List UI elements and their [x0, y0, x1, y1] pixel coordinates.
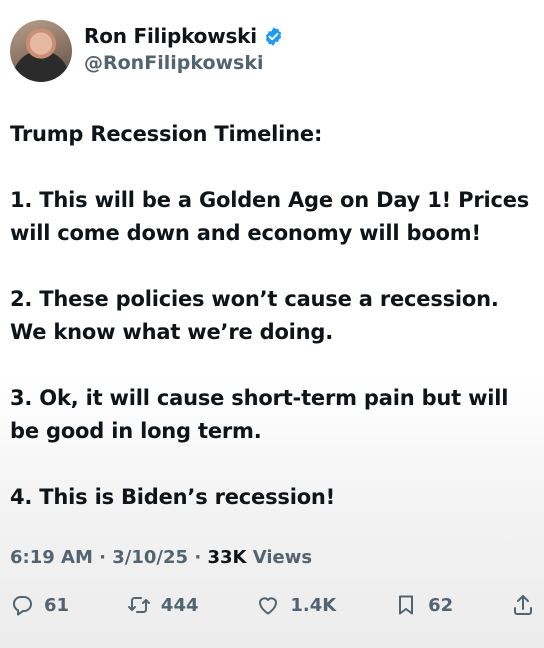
retweet-button[interactable]: 444: [127, 593, 199, 617]
tweet-date[interactable]: 3/10/25: [112, 547, 188, 568]
like-count: 1.4K: [290, 594, 337, 616]
like-button[interactable]: 1.4K: [256, 593, 336, 617]
tweet-text: Trump Recession Timeline: 1. This will b…: [10, 118, 535, 547]
tweet-header: Ron Filipkowski @RonFilipkowski: [10, 20, 284, 82]
reply-button[interactable]: 61: [10, 593, 69, 617]
action-bar: 61 444 1.4K 62: [10, 593, 535, 617]
tweet-paragraph: 3. Ok, it will cause short-term pain but…: [10, 386, 509, 443]
reply-count: 61: [44, 594, 70, 616]
retweet-count: 444: [160, 594, 199, 616]
reply-icon: [12, 596, 32, 616]
display-name[interactable]: Ron Filipkowski: [84, 24, 257, 48]
avatar[interactable]: [10, 20, 72, 82]
verified-badge-icon: [263, 26, 284, 47]
bookmark-count: 62: [428, 594, 454, 616]
meta-separator: ·: [99, 547, 113, 568]
views-label: Views: [252, 547, 313, 568]
tweet-paragraph: 2. These policies won’t cause a recessio…: [10, 287, 499, 344]
tweet-meta: 6:19 AM · 3/10/25 · 33K Views: [10, 547, 312, 568]
like-icon: [259, 597, 278, 615]
meta-separator: ·: [194, 547, 208, 568]
tweet-paragraph: 4. This is Biden’s recession!: [10, 485, 336, 509]
tweet-paragraph: 1. This will be a Golden Age on Day 1! P…: [10, 188, 530, 245]
author-names: Ron Filipkowski @RonFilipkowski: [84, 24, 284, 74]
tweet-paragraph: Trump Recession Timeline:: [10, 122, 323, 146]
bookmark-button[interactable]: 62: [394, 593, 453, 617]
bookmark-icon: [399, 595, 414, 615]
views-count[interactable]: 33K: [207, 547, 246, 568]
tweet-card: Ron Filipkowski @RonFilipkowski Trump Re…: [0, 0, 544, 648]
name-row: Ron Filipkowski: [84, 24, 284, 48]
handle[interactable]: @RonFilipkowski: [84, 52, 284, 74]
tweet-time[interactable]: 6:19 AM: [10, 547, 93, 568]
retweet-icon: [127, 597, 150, 613]
share-icon: [513, 595, 532, 615]
share-button[interactable]: [511, 593, 535, 617]
